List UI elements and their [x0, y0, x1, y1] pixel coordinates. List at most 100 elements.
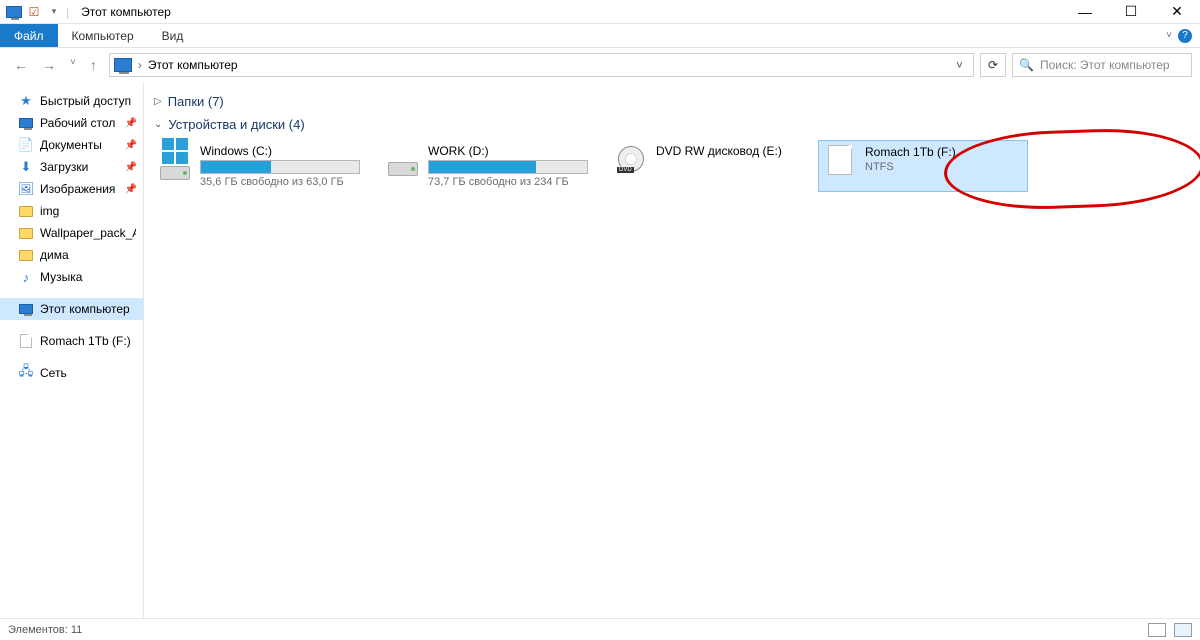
- nav-arrows: ← → ˅ ↑: [8, 57, 103, 73]
- drive-filesystem: NTFS: [865, 161, 1023, 173]
- hdd-icon: [386, 144, 420, 174]
- dvd-icon: [614, 144, 648, 174]
- star-icon: ★: [18, 93, 34, 109]
- sidebar-item-label: Wallpaper_pack_An: [40, 226, 136, 240]
- section-folders[interactable]: ▷ Папки (7): [154, 94, 1190, 109]
- sidebar-downloads[interactable]: ⬇ Загрузки 📌: [0, 156, 143, 178]
- drive-name: Windows (C:): [200, 144, 360, 158]
- sidebar-item-label: Сеть: [40, 366, 67, 380]
- downloads-icon: ⬇: [18, 159, 34, 175]
- pin-icon: 📌: [125, 140, 137, 151]
- sidebar-wallpaper-folder[interactable]: Wallpaper_pack_An: [0, 222, 143, 244]
- sidebar-item-label: Изображения: [40, 182, 115, 196]
- search-placeholder: Поиск: Этот компьютер: [1040, 58, 1170, 72]
- devices-list: Windows (C:) 35,6 ГБ свободно из 63,0 ГБ…: [154, 140, 1190, 192]
- sidebar-img-folder[interactable]: img: [0, 200, 143, 222]
- address-dropdown-icon[interactable]: ˅: [950, 58, 969, 72]
- desktop-icon: [18, 115, 34, 131]
- view-details-button[interactable]: [1148, 623, 1166, 637]
- section-devices[interactable]: ⌄ Устройства и диски (4): [154, 117, 1190, 132]
- tab-file[interactable]: Файл: [0, 24, 58, 47]
- titlebar: ☑ ▾ | Этот компьютер ― ☐ ✕: [0, 0, 1200, 24]
- close-button[interactable]: ✕: [1154, 0, 1200, 24]
- sidebar-item-label: Этот компьютер: [40, 302, 130, 316]
- sidebar-this-pc[interactable]: Этот компьютер: [0, 298, 143, 320]
- drive-name: WORK (D:): [428, 144, 588, 158]
- search-icon: 🔍: [1019, 58, 1034, 72]
- drive-d[interactable]: WORK (D:) 73,7 ГБ свободно из 234 ГБ: [382, 140, 592, 192]
- capacity-bar: [428, 160, 588, 174]
- quick-access-toolbar: ☑ ▾ |: [0, 4, 75, 20]
- app-icon: [6, 4, 22, 20]
- titlebar-separator: |: [66, 5, 69, 19]
- breadcrumb-location[interactable]: Этот компьютер: [148, 58, 238, 72]
- sidebar-item-label: Музыка: [40, 270, 82, 284]
- section-label: Устройства и диски (4): [168, 117, 304, 132]
- sidebar-network[interactable]: 🖧 Сеть: [0, 362, 143, 384]
- section-label: Папки (7): [168, 94, 224, 109]
- windows-drive-icon: [158, 144, 192, 174]
- status-item-count: Элементов: 11: [8, 624, 82, 636]
- sidebar-pictures[interactable]: 🖼 Изображения 📌: [0, 178, 143, 200]
- pin-icon: 📌: [125, 162, 137, 173]
- pin-icon: 📌: [125, 118, 137, 129]
- folder-icon: [18, 203, 34, 219]
- ribbon-tabs: Файл Компьютер Вид ˅ ?: [0, 24, 1200, 48]
- drive-f[interactable]: Romach 1Tb (F:) NTFS: [818, 140, 1028, 192]
- documents-icon: 📄: [18, 137, 34, 153]
- drive-name: DVD RW дисковод (E:): [656, 144, 796, 158]
- search-box[interactable]: 🔍 Поиск: Этот компьютер: [1012, 53, 1192, 77]
- drive-free: 35,6 ГБ свободно из 63,0 ГБ: [200, 176, 360, 188]
- help-icon[interactable]: ?: [1178, 29, 1192, 43]
- nav-sidebar: ★ Быстрый доступ Рабочий стол 📌 📄 Докуме…: [0, 82, 144, 618]
- pc-icon: [114, 58, 132, 72]
- forward-button[interactable]: →: [42, 57, 56, 73]
- maximize-button[interactable]: ☐: [1108, 0, 1154, 24]
- window-controls: ― ☐ ✕: [1062, 0, 1200, 24]
- address-bar[interactable]: › Этот компьютер ˅: [109, 53, 974, 77]
- sidebar-romach-drive[interactable]: Romach 1Tb (F:): [0, 330, 143, 352]
- ribbon-collapse-icon[interactable]: ˅: [1166, 30, 1172, 41]
- chevron-right-icon: ▷: [154, 96, 162, 107]
- refresh-button[interactable]: ⟳: [980, 53, 1006, 77]
- drive-name: Romach 1Tb (F:): [865, 145, 1023, 159]
- sidebar-item-label: Загрузки: [40, 160, 88, 174]
- sidebar-music[interactable]: ♪ Музыка: [0, 266, 143, 288]
- capacity-bar: [200, 160, 360, 174]
- file-icon: [823, 145, 857, 175]
- folder-icon: [18, 225, 34, 241]
- view-tiles-button[interactable]: [1174, 623, 1192, 637]
- window-title: Этот компьютер: [81, 5, 171, 19]
- sidebar-quick-access[interactable]: ★ Быстрый доступ: [0, 90, 143, 112]
- pictures-icon: 🖼: [18, 181, 34, 197]
- qat-dropdown-icon[interactable]: ▾: [46, 4, 62, 20]
- tab-view[interactable]: Вид: [148, 24, 198, 47]
- drive-e[interactable]: DVD RW дисковод (E:): [610, 140, 800, 192]
- chevron-down-icon: ⌄: [154, 119, 162, 130]
- drive-icon: [18, 333, 34, 349]
- recent-dropdown-icon[interactable]: ˅: [70, 57, 76, 73]
- up-button[interactable]: ↑: [90, 57, 97, 73]
- music-icon: ♪: [18, 269, 34, 285]
- folder-icon: [18, 247, 34, 263]
- network-icon: 🖧: [18, 365, 34, 381]
- pc-icon: [18, 301, 34, 317]
- sidebar-item-label: Рабочий стол: [40, 116, 115, 130]
- main-area: ★ Быстрый доступ Рабочий стол 📌 📄 Докуме…: [0, 82, 1200, 618]
- sidebar-dima-folder[interactable]: дима: [0, 244, 143, 266]
- sidebar-item-label: дима: [40, 248, 69, 262]
- sidebar-item-label: Romach 1Tb (F:): [40, 334, 131, 348]
- back-button[interactable]: ←: [14, 57, 28, 73]
- breadcrumb-sep: ›: [138, 58, 142, 72]
- drive-c[interactable]: Windows (C:) 35,6 ГБ свободно из 63,0 ГБ: [154, 140, 364, 192]
- address-row: ← → ˅ ↑ › Этот компьютер ˅ ⟳ 🔍 Поиск: Эт…: [0, 48, 1200, 82]
- content-pane: ▷ Папки (7) ⌄ Устройства и диски (4) Win…: [144, 82, 1200, 618]
- minimize-button[interactable]: ―: [1062, 0, 1108, 24]
- sidebar-documents[interactable]: 📄 Документы 📌: [0, 134, 143, 156]
- sidebar-desktop[interactable]: Рабочий стол 📌: [0, 112, 143, 134]
- properties-icon[interactable]: ☑: [26, 4, 42, 20]
- sidebar-item-label: Быстрый доступ: [40, 94, 131, 108]
- sidebar-item-label: img: [40, 204, 59, 218]
- tab-computer[interactable]: Компьютер: [58, 24, 148, 47]
- pin-icon: 📌: [125, 184, 137, 195]
